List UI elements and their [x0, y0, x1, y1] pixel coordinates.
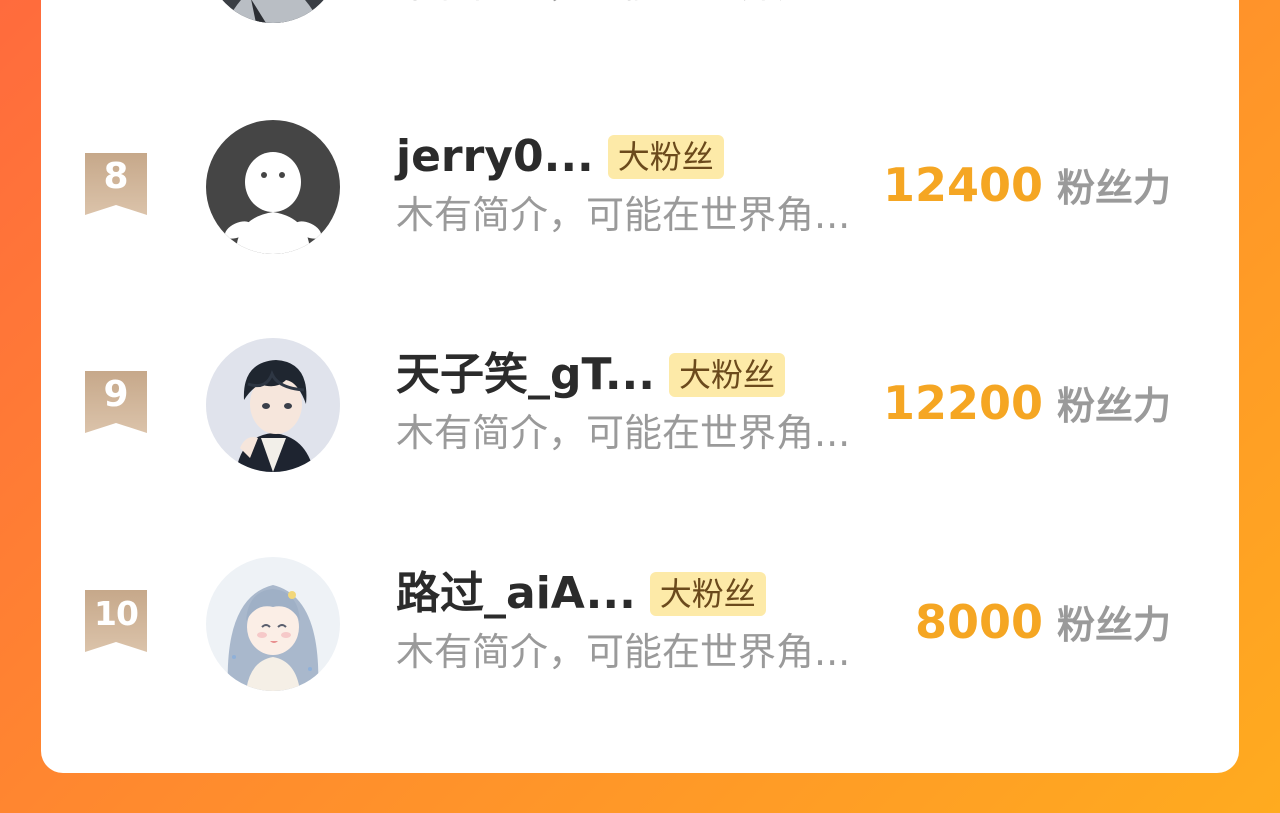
- avatar[interactable]: [206, 120, 340, 254]
- user-bio: 木有简介，可能在世界角...: [396, 630, 851, 674]
- user-bio: 木有简介，可能在世界角...: [396, 193, 851, 237]
- fan-score: 8000 粉丝力: [915, 594, 1171, 650]
- avatar[interactable]: [206, 0, 340, 23]
- fan-score-unit: 粉丝力: [1056, 603, 1171, 647]
- fan-score-value: 12400: [882, 158, 1043, 212]
- fan-score: 12400 粉丝力: [883, 157, 1171, 213]
- fan-level-badge: 大粉丝: [649, 572, 766, 616]
- list-item[interactable]: 木有简介，可能在世界角...: [41, 0, 1239, 44]
- user-bio: 木有简介，可能在世界角...: [396, 411, 851, 455]
- avatar[interactable]: [206, 338, 340, 472]
- rank-ribbon-icon: 10: [85, 590, 147, 654]
- rank-number: 8: [103, 156, 129, 197]
- fan-ranking-card: 木有简介，可能在世界角... 8: [41, 0, 1239, 773]
- user-name[interactable]: 路过_aiA...: [396, 567, 636, 621]
- default-avatar-icon: [206, 120, 340, 254]
- list-item[interactable]: 10 路过_aiA... 大粉丝 木有简介，可能在世界角... 8000 粉丝力: [41, 532, 1239, 712]
- rank-number: 9: [103, 374, 129, 415]
- anime-girl-avatar: [206, 557, 340, 691]
- fan-score-unit: 粉丝力: [1056, 166, 1171, 210]
- fan-score-value: 8000: [914, 595, 1043, 649]
- rank-ribbon-icon: 8: [85, 153, 147, 217]
- rank-ribbon-icon: 9: [85, 371, 147, 435]
- fan-score: 12200 粉丝力: [883, 375, 1171, 431]
- list-item[interactable]: 8 jerry0... 大粉丝 木有简介，可能在世界角... 12400 粉丝力: [41, 95, 1239, 275]
- user-name[interactable]: jerry0...: [396, 130, 594, 184]
- fan-score-unit: 粉丝力: [1056, 384, 1171, 428]
- user-bio: 木有简介，可能在世界角...: [396, 0, 850, 9]
- anime-boy-avatar: [206, 338, 340, 472]
- user-name[interactable]: 天子笑_gT...: [396, 348, 655, 402]
- fan-level-badge: 大粉丝: [668, 353, 785, 397]
- fan-score-value: 12200: [882, 376, 1043, 430]
- avatar[interactable]: [206, 557, 340, 691]
- list-item[interactable]: 9 天子笑_gT... 大粉丝 木有简介，可能在世界角... 12200 粉丝力: [41, 313, 1239, 493]
- fan-level-badge: 大粉丝: [607, 135, 724, 179]
- rank-number: 10: [94, 594, 139, 633]
